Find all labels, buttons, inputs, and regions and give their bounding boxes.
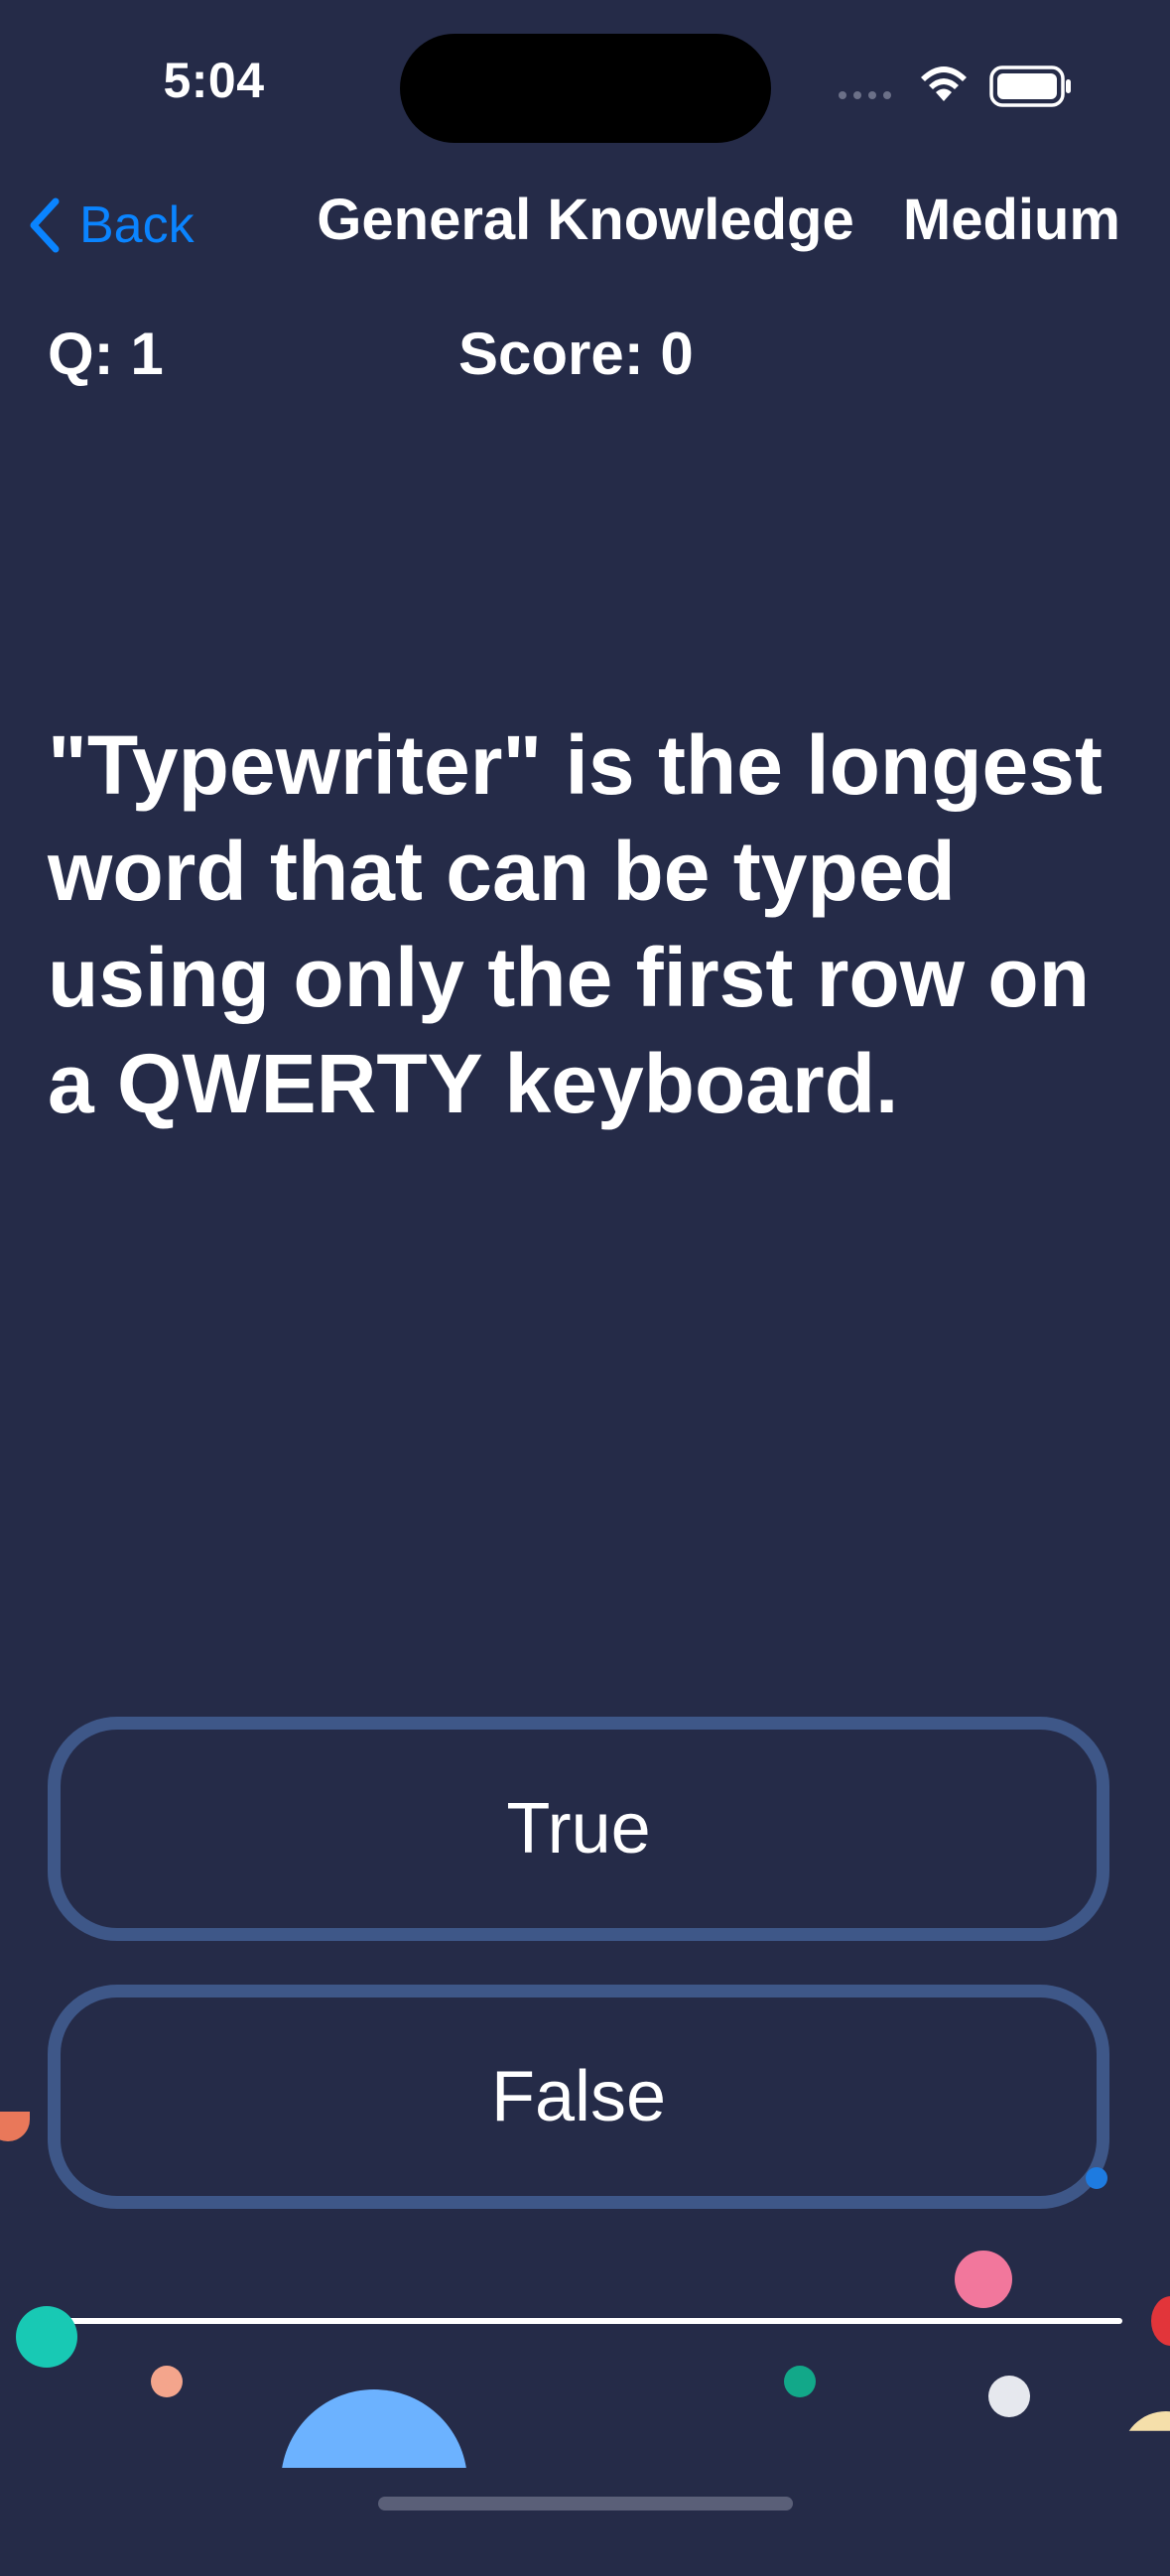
category-title: General Knowledge: [317, 188, 854, 252]
back-label: Back: [79, 196, 195, 254]
score-label: Score: 0: [458, 321, 694, 387]
progress-bar: [48, 2318, 1122, 2324]
status-time: 5:04: [163, 53, 265, 108]
home-indicator: [378, 2497, 793, 2511]
answer-false-button[interactable]: False: [48, 1985, 1109, 2209]
battery-icon: [989, 65, 1073, 112]
wifi-icon: [917, 62, 971, 108]
dynamic-island: [400, 34, 771, 143]
question-number: Q: 1: [48, 321, 164, 387]
answer-true-button[interactable]: True: [48, 1717, 1109, 1941]
difficulty-label: Medium: [902, 188, 1120, 252]
chevron-left-icon: [30, 197, 60, 253]
back-button[interactable]: Back: [26, 189, 195, 262]
cellular-signal-icon: [839, 91, 891, 99]
question-text: "Typewriter" is the longest word that ca…: [48, 718, 1103, 1130]
